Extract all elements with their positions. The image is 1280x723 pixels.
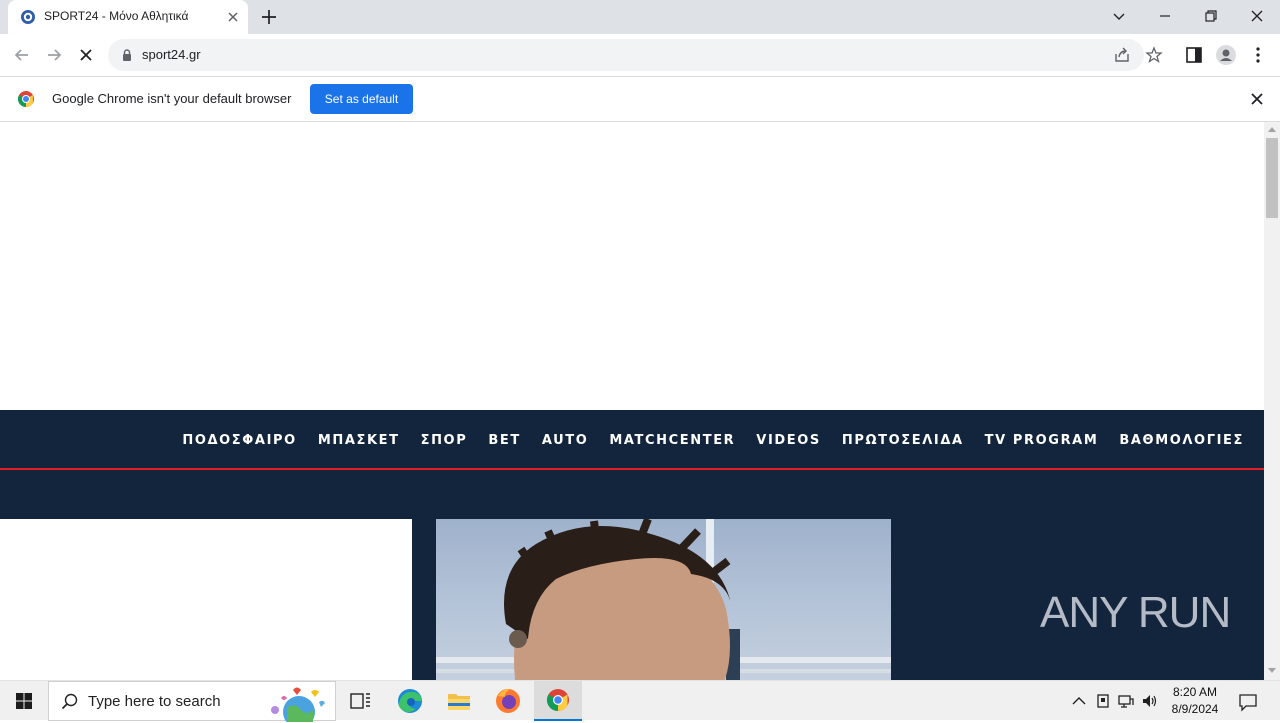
system-clock[interactable]: 8:20 AM 8/9/2024 — [1166, 684, 1224, 718]
article-photo[interactable] — [436, 519, 891, 680]
nav-item-standings[interactable]: ΒΑΘΜΟΛΟΓΙΕΣ — [1119, 433, 1244, 448]
taskbar-search-box[interactable]: Type here to search — [48, 681, 336, 722]
nav-item-auto[interactable]: AUTO — [542, 433, 589, 448]
nav-item-videos[interactable]: VIDEOS — [756, 433, 821, 448]
nav-item-tv-program[interactable]: TV PROGRAM — [985, 433, 1099, 448]
search-highlight-illustration-icon — [271, 687, 325, 722]
web-page: ΠΟΔΟΣΦΑΙΡΟ ΜΠΑΣΚΕΤ ΣΠΟΡ BET AUTO MATCHCE… — [0, 122, 1264, 680]
browser-tab[interactable]: SPORT24 - Μόνο Αθλητικά — [8, 0, 248, 34]
windows-taskbar: Type here to search 8:20 AM 8/9/2024 — [0, 680, 1280, 722]
new-tab-icon[interactable] — [258, 6, 280, 28]
restore-icon[interactable] — [1197, 4, 1225, 28]
notifications-icon[interactable] — [1238, 692, 1258, 712]
volume-icon[interactable] — [1141, 692, 1159, 710]
infobar-message: Google Chrome isn't your default browser — [52, 91, 292, 106]
sidebar-ad-box — [0, 519, 412, 680]
task-view-icon[interactable] — [336, 681, 384, 721]
scroll-down-arrow-icon[interactable] — [1268, 668, 1276, 674]
content-area: ANY RUN — [0, 470, 1264, 680]
chrome-logo-icon — [18, 91, 34, 107]
chrome-taskbar-icon — [547, 689, 569, 711]
nav-item-bet[interactable]: BET — [488, 433, 520, 448]
minimize-icon[interactable] — [1151, 4, 1179, 28]
site-navbar: ΠΟΔΟΣΦΑΙΡΟ ΜΠΑΣΚΕΤ ΣΠΟΡ BET AUTO MATCHCE… — [0, 410, 1264, 470]
show-hidden-icons-chevron-icon[interactable] — [1070, 692, 1088, 710]
menu-kebab-icon[interactable] — [1247, 44, 1269, 66]
tab-search-chevron-icon[interactable] — [1105, 4, 1133, 28]
scroll-up-arrow-icon[interactable] — [1268, 126, 1276, 132]
clock-date: 8/9/2024 — [1171, 702, 1219, 716]
windows-start-icon[interactable] — [0, 681, 48, 721]
tab-title: SPORT24 - Μόνο Αθλητικά — [44, 9, 189, 23]
scroll-thumb[interactable] — [1266, 138, 1278, 218]
clock-time: 8:20 AM — [1172, 685, 1218, 699]
page-scrollbar[interactable] — [1264, 122, 1280, 680]
nav-item-matchcenter[interactable]: MATCHCENTER — [609, 433, 735, 448]
bookmark-star-icon[interactable] — [1145, 46, 1163, 64]
firefox-icon[interactable] — [484, 681, 532, 721]
infobar-close-icon[interactable] — [1250, 92, 1264, 106]
forward-arrow-icon[interactable] — [43, 44, 65, 66]
back-arrow-icon[interactable] — [11, 44, 33, 66]
nav-item-football[interactable]: ΠΟΔΟΣΦΑΙΡΟ — [182, 433, 296, 448]
close-window-icon[interactable] — [1243, 4, 1271, 28]
profile-avatar-icon[interactable] — [1215, 44, 1237, 66]
nav-item-basketball[interactable]: ΜΠΑΣΚΕΤ — [318, 433, 400, 448]
anyrun-watermark: ANY RUN — [1040, 588, 1231, 637]
stop-loading-icon[interactable] — [75, 44, 97, 66]
browser-toolbar: sport24.gr — [0, 34, 1280, 76]
file-explorer-icon[interactable] — [435, 681, 483, 721]
url-text[interactable]: sport24.gr — [142, 47, 201, 62]
nav-menu: ΠΟΔΟΣΦΑΙΡΟ ΜΠΑΣΚΕΤ ΣΠΟΡ BET AUTO MATCHCE… — [182, 410, 1244, 470]
athlete-photo-illustration — [436, 519, 891, 680]
nav-item-front-pages[interactable]: ΠΡΩΤΟΣΕΛΙΔΑ — [842, 433, 964, 448]
nav-item-sport[interactable]: ΣΠΟΡ — [421, 433, 468, 448]
site-favicon-icon — [21, 10, 35, 24]
search-placeholder: Type here to search — [88, 693, 221, 710]
default-browser-infobar: Google Chrome isn't your default browser… — [0, 76, 1280, 122]
network-icon[interactable] — [1117, 692, 1135, 710]
device-icon[interactable] — [1094, 692, 1112, 710]
lock-icon[interactable] — [120, 48, 134, 62]
set-as-default-button[interactable]: Set as default — [310, 84, 413, 114]
address-bar[interactable]: sport24.gr — [108, 39, 1163, 71]
search-icon — [61, 693, 78, 710]
tab-strip: SPORT24 - Μόνο Αθλητικά — [0, 0, 1280, 34]
side-panel-icon[interactable] — [1183, 44, 1205, 66]
ad-placeholder — [0, 122, 1264, 410]
tab-close-icon[interactable] — [224, 8, 242, 26]
chrome-taskbar-button[interactable] — [534, 681, 582, 721]
edge-browser-icon[interactable] — [386, 681, 434, 721]
share-icon[interactable] — [1113, 46, 1131, 64]
